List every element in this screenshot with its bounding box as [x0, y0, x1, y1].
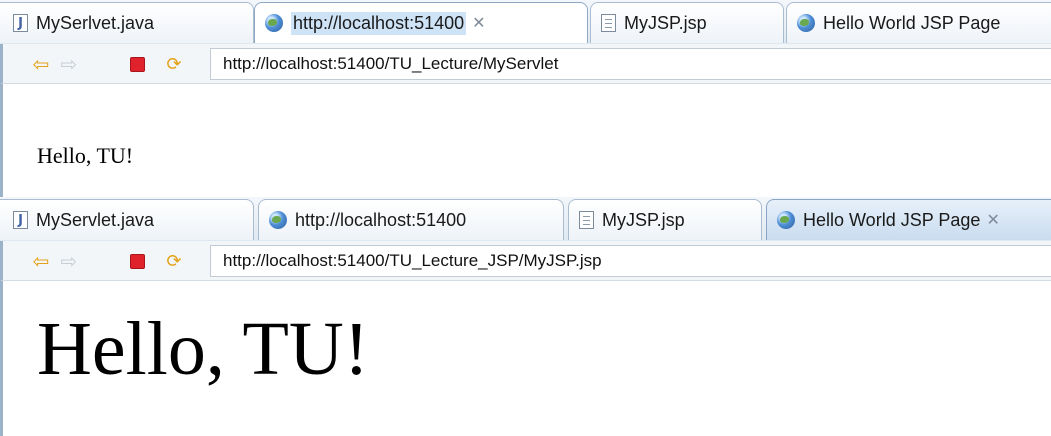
tab-label: MyJSP.jsp — [602, 209, 685, 230]
editor-tab-bar: J MySerlvet.java http://localhost:51400 … — [0, 0, 1051, 45]
url-field[interactable]: http://localhost:51400/TU_Lecture_JSP/My… — [210, 245, 1051, 277]
forward-arrow-icon[interactable]: ⇨ — [57, 52, 81, 76]
tab-label: http://localhost:51400 — [295, 209, 467, 230]
tab-label: Hello World JSP Page — [823, 12, 1001, 33]
page-content: Hello, TU! — [0, 84, 1051, 197]
jsp-file-icon — [579, 211, 594, 229]
tab-myservlet-java[interactable]: J MySerlvet.java — [0, 2, 254, 43]
tab-myjsp-jsp[interactable]: MyJSP.jsp — [568, 199, 762, 240]
globe-icon — [777, 211, 795, 229]
tab-label: MyJSP.jsp — [624, 12, 707, 33]
globe-icon — [269, 211, 287, 229]
page-text: Hello, TU! — [37, 143, 134, 168]
browser-toolbar: ⇦ ⇨ ⟳ http://localhost:51400/TU_Lecture/… — [0, 44, 1051, 84]
browser-panel-jsp: J MyServlet.java http://localhost:51400 … — [0, 197, 1051, 436]
tab-localhost[interactable]: http://localhost:51400 — [258, 199, 564, 240]
globe-icon — [797, 14, 815, 32]
browser-toolbar: ⇦ ⇨ ⟳ http://localhost:51400/TU_Lecture_… — [0, 241, 1051, 281]
page-heading: Hello, TU! — [37, 307, 370, 391]
back-arrow-icon[interactable]: ⇦ — [29, 249, 53, 273]
editor-tab-bar: J MyServlet.java http://localhost:51400 … — [0, 197, 1051, 242]
jsp-file-icon — [601, 14, 616, 32]
tab-label: Hello World JSP Page — [803, 209, 981, 230]
refresh-icon[interactable]: ⟳ — [162, 249, 186, 273]
stop-icon[interactable] — [125, 249, 149, 273]
tab-label: MyServlet.java — [36, 209, 155, 230]
tab-myjsp-jsp[interactable]: MyJSP.jsp — [590, 2, 784, 43]
globe-icon — [265, 14, 283, 32]
tab-myservlet-java[interactable]: J MyServlet.java — [0, 199, 254, 240]
close-icon[interactable]: ✕ — [986, 210, 999, 230]
back-arrow-icon[interactable]: ⇦ — [29, 52, 53, 76]
url-field[interactable]: http://localhost:51400/TU_Lecture/MyServ… — [210, 48, 1051, 80]
tab-localhost[interactable]: http://localhost:51400 ✕ — [254, 2, 588, 43]
refresh-icon[interactable]: ⟳ — [162, 52, 186, 76]
tab-label: MySerlvet.java — [36, 12, 155, 33]
java-file-icon: J — [13, 14, 28, 32]
tab-hello-world-jsp[interactable]: Hello World JSP Page ✕ — [766, 199, 1051, 240]
browser-panel-servlet: J MySerlvet.java http://localhost:51400 … — [0, 0, 1051, 197]
page-content: Hello, TU! — [0, 281, 1051, 436]
stop-icon[interactable] — [125, 52, 149, 76]
tab-hello-world-jsp[interactable]: Hello World JSP Page — [786, 2, 1051, 43]
tab-label: http://localhost:51400 — [291, 11, 467, 35]
java-file-icon: J — [13, 211, 28, 229]
forward-arrow-icon[interactable]: ⇨ — [57, 249, 81, 273]
close-icon[interactable]: ✕ — [472, 13, 485, 33]
